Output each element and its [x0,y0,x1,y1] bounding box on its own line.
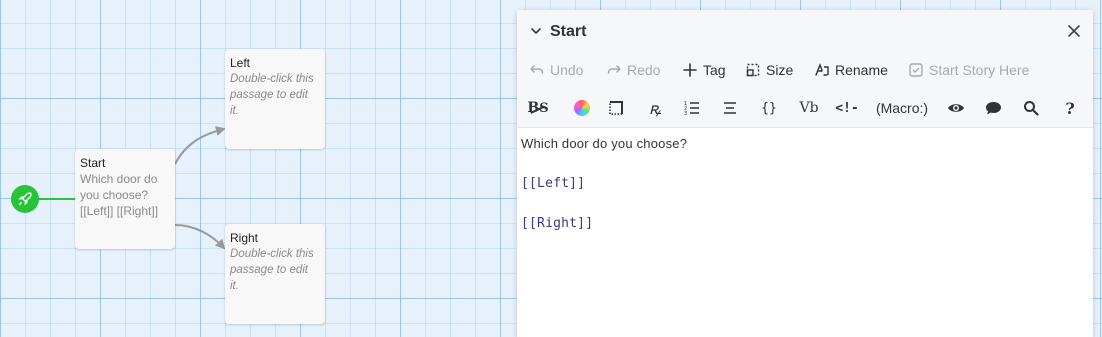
tag-button[interactable]: Tag [682,62,726,78]
comment-brackets-icon[interactable]: <!- [835,98,859,118]
start-connector [38,198,76,200]
braces-button[interactable]: {} [758,98,780,118]
redo-icon [607,65,621,74]
rename-label: Rename [835,62,888,78]
size-label: Size [766,62,794,78]
undo-icon [530,65,544,74]
passage-excerpt: Double-click this passage to edit it. [230,248,314,292]
start-story-here-button[interactable]: Start Story Here [908,62,1029,78]
passage-card-start[interactable]: Start Which door do you choose? [[Left]]… [75,149,175,249]
rocket-icon [18,192,32,206]
rename-icon [815,63,829,76]
search-icon[interactable] [1020,98,1042,118]
list-icon[interactable]: 123 [682,98,702,118]
start-story-here-label: Start Story Here [929,62,1030,78]
font-style-icon[interactable]: ꝶ [645,98,665,118]
editor-link-line: [[Right]] [521,216,594,231]
resize-icon [746,63,760,77]
undo-button[interactable]: Undo [529,62,583,78]
passage-excerpt: Which door do you choose? [[Left]] [[Rig… [80,172,159,218]
undo-label: Undo [550,62,584,78]
help-button[interactable]: ? [1060,98,1080,118]
passage-title: Left [230,56,251,70]
passage-card-left[interactable]: Left Double-click this passage to edit i… [225,49,325,149]
variable-button[interactable]: Vb [798,98,820,118]
bold-strike-icon[interactable]: BS [526,98,550,118]
close-icon[interactable] [1067,24,1081,38]
size-button[interactable]: Size [745,62,793,78]
editor-link-line: [[Left]] [521,176,586,191]
passage-title: Start [80,156,106,170]
passage-excerpt: Double-click this passage to edit it. [230,73,314,117]
border-icon[interactable] [606,98,626,118]
passage-title: Right [230,231,259,245]
speech-bubble-icon[interactable] [982,98,1004,118]
checkbox-icon [909,63,923,77]
eye-icon[interactable] [945,98,967,118]
dialog-title: Start [550,23,587,40]
passage-card-right[interactable]: Right Double-click this passage to edit … [225,224,325,324]
align-icon[interactable] [720,98,740,118]
passage-toolbar: Undo Redo Tag Size Rename Start Story He… [517,54,1093,88]
color-wheel-icon[interactable] [572,98,592,118]
passage-edit-dialog: Start Undo Redo Tag Size Rename Start St… [517,10,1093,337]
editor-line: Which door do you choose? [521,136,688,151]
plus-icon [683,63,697,77]
chevron-down-icon[interactable] [529,24,543,38]
rename-button[interactable]: Rename [814,62,888,78]
dialog-header: Start [517,10,1093,54]
start-marker[interactable] [11,185,39,213]
redo-label: Redo [627,62,661,78]
redo-button[interactable]: Redo [606,62,660,78]
tag-label: Tag [703,62,726,78]
format-toolbar: BS ꝶ 123 {} Vb <!- (Macro:) ? [517,88,1093,128]
passage-text-editor[interactable]: Which door do you choose? [[Left]] [[Rig… [517,128,1093,337]
svg-text:3: 3 [684,111,687,116]
macro-button[interactable]: (Macro:) [873,98,931,118]
